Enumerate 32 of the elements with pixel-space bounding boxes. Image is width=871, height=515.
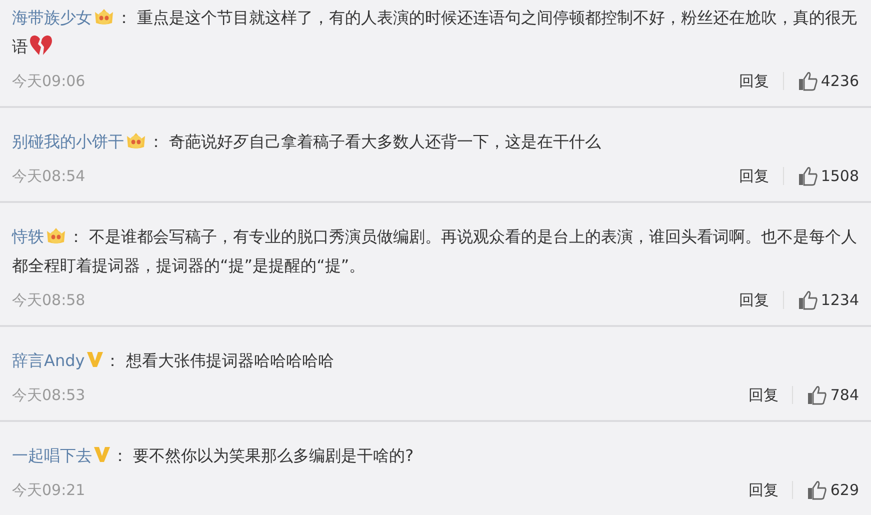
comment-time: 今天08:58	[12, 290, 86, 310]
user-name[interactable]: 一起唱下去	[12, 446, 92, 465]
comment-text: 一起唱下去 ： 要不然你以为笑果那么多编剧是干啥的?	[12, 444, 415, 467]
reply-button[interactable]: 回复	[738, 72, 769, 90]
v-badge-icon	[93, 445, 111, 463]
reply-button[interactable]: 回复	[738, 166, 769, 186]
comment-time: 今天08:54	[12, 166, 86, 186]
comment-text: 海带族少女 ： 重点是这个节目就这样了，有的人表演的时候还连语句之间停顿都控制不好，粉丝还在尬吹，真的很无语	[12, 5, 858, 59]
user-name[interactable]: 恃轶	[12, 227, 44, 246]
like-count: 1234	[820, 291, 859, 309]
v-badge-icon	[86, 350, 104, 368]
thumbs-up-icon[interactable]	[807, 385, 828, 405]
comment-text: 别碰我的小饼干 ： 奇葩说好歹自己拿着稿子看大多数人还背一下，这是在干什么	[12, 129, 602, 153]
like-count: 784	[830, 386, 859, 404]
like-count: 4236	[820, 72, 859, 90]
user-name[interactable]: 别碰我的小饼干	[12, 132, 124, 151]
comment-text: 恃轶 ： 不是谁都会写稿子，有专业的脱口秀演员做编剧。再说观众看的是台上的表演，谁回头看词啊。也不是每个人都全程盯着提词器，提词器的“提”是提醒的“提”。	[12, 224, 858, 277]
comment-time: 今天09:21	[12, 480, 86, 500]
reply-button[interactable]: 回复	[748, 386, 778, 404]
user-name[interactable]: 海带族少女	[12, 8, 92, 27]
reply-button[interactable]: 回复	[738, 290, 769, 310]
thumbs-up-icon[interactable]	[798, 71, 818, 91]
comment-text: 辞言Andy ： 想看大张伟提词器哈哈哈哈哈	[12, 349, 335, 372]
user-name[interactable]: 辞言Andy	[12, 351, 85, 370]
like-count: 1508	[820, 167, 859, 185]
comment-time: 今天08:53	[12, 386, 86, 404]
comment-time: 今天09:06	[12, 72, 86, 90]
thumbs-up-icon[interactable]	[798, 290, 818, 310]
reply-button[interactable]: 回复	[748, 480, 778, 500]
like-count: 629	[830, 481, 859, 499]
thumbs-up-icon[interactable]	[807, 480, 828, 500]
thumbs-up-icon[interactable]	[798, 166, 818, 186]
